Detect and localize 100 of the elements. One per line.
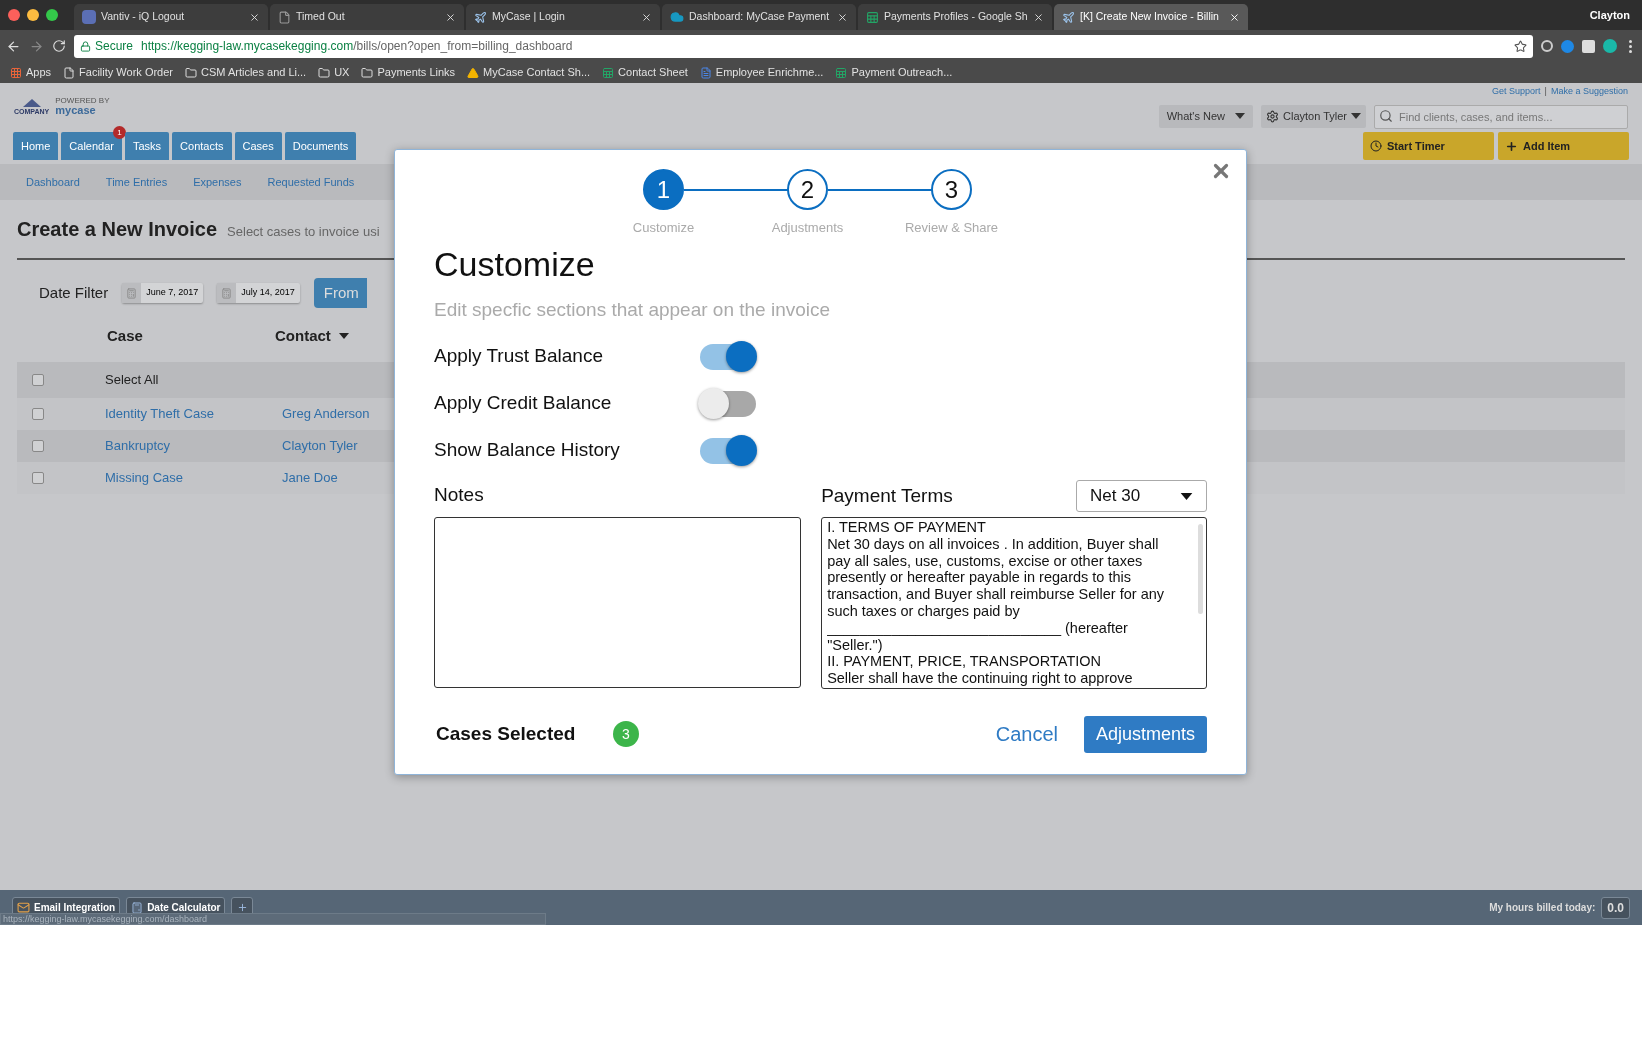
close-tab-icon[interactable]	[837, 11, 848, 23]
browser-tab[interactable]: Vantiv - iQ Logout	[74, 4, 268, 30]
bookmark[interactable]: Payment Outreach...	[835, 64, 953, 81]
close-tab-icon[interactable]	[249, 11, 260, 23]
bookmark-star-icon[interactable]	[1514, 39, 1527, 53]
link-separator: |	[1544, 84, 1547, 98]
nav-tab[interactable]: Tasks	[125, 132, 170, 160]
close-tab-icon[interactable]	[1033, 11, 1044, 23]
whats-new-button[interactable]: What's New	[1158, 104, 1253, 128]
nav-tab[interactable]: Cases	[234, 132, 282, 160]
date-field[interactable]: June 7, 2017	[122, 283, 204, 303]
hours-billed-value: 0.0	[1601, 896, 1630, 919]
terms-text-line: I. TERMS OF PAYMENT	[827, 519, 987, 536]
page-title: Create a New Invoice	[17, 217, 218, 242]
reload-icon[interactable]	[52, 39, 66, 53]
toggle-label: Apply Credit Balance	[434, 391, 613, 416]
adjustments-button[interactable]: Adjustments	[1083, 715, 1207, 753]
nav-tab[interactable]: Documents	[284, 132, 357, 160]
notes-label: Notes	[434, 482, 485, 507]
notes-field[interactable]	[434, 517, 802, 688]
step-label: Customize	[632, 219, 695, 237]
page-icon	[278, 10, 291, 24]
bookmark[interactable]: Contact Sheet	[602, 64, 688, 81]
browser-tab[interactable]: MyCase | Login	[466, 4, 660, 30]
user-menu-button[interactable]: Clayton Tyler	[1261, 104, 1366, 128]
terms-text-line: _____________________________ (hereafter	[827, 619, 1129, 637]
terms-text-line: Net 30 days on all invoices . In addition, Buyer shall	[827, 535, 1160, 553]
page-subtitle: Select cases to invoice usi	[227, 223, 380, 241]
plane-icon	[474, 10, 487, 24]
profile-name[interactable]: Clayton	[1589, 6, 1630, 24]
tab-title: Vantiv - iQ Logout	[101, 9, 186, 25]
bookmark[interactable]: Apps	[10, 64, 52, 81]
date-field[interactable]: July 14, 2017	[217, 283, 300, 303]
back-icon[interactable]	[6, 38, 21, 54]
close-tab-icon[interactable]	[1229, 11, 1240, 23]
mycase-logo: POWERED BY mycase	[55, 97, 110, 116]
search-field[interactable]: Find clients, cases, and items...	[1374, 105, 1628, 130]
select-all-label[interactable]: Select All	[105, 370, 159, 390]
nav-tab[interactable]: Contacts	[172, 132, 232, 160]
url-text: https://kegging-law.mycasekegging.com/bills/open?open_from=billing_dashboard	[141, 38, 573, 55]
payment-terms-select[interactable]: Net 30	[1076, 480, 1207, 512]
extension-icon[interactable]	[1541, 40, 1553, 52]
extension-icon[interactable]	[1582, 39, 1595, 53]
checkbox[interactable]	[32, 374, 44, 386]
bookmark[interactable]: MyCase Contact Sh...	[467, 64, 591, 81]
status-url-tooltip: https://kegging-law.mycasekegging.com/dashboard	[0, 913, 546, 925]
toggle-switch[interactable]	[700, 390, 756, 417]
sort-caret-icon	[338, 333, 349, 339]
tab-title: Payments Profiles - Google Sh	[884, 9, 1028, 25]
step-label: Review & Share	[904, 219, 999, 237]
add-item-button[interactable]: Add Item	[1498, 132, 1629, 160]
column-header[interactable]: Case	[107, 324, 275, 348]
calculator-icon	[131, 901, 144, 914]
caret-icon	[1180, 492, 1193, 500]
maximize-window-icon[interactable]	[46, 9, 58, 21]
browser-tab[interactable]: Payments Profiles - Google Sh	[858, 4, 1052, 30]
spreadsheet-icon	[602, 66, 615, 79]
step-label: Adjustments	[771, 219, 844, 237]
close-window-icon[interactable]	[8, 9, 20, 21]
hours-billed-label: My hours billed today:	[1489, 901, 1596, 915]
checkbox[interactable]	[32, 440, 44, 452]
checkbox[interactable]	[32, 472, 44, 484]
folder-icon	[318, 66, 331, 79]
cancel-button[interactable]: Cancel	[995, 719, 1058, 749]
address-bar[interactable]: Secure https://kegging-law.mycasekegging.com/bills/open?open_from=billing_dashboard	[74, 34, 1533, 58]
plus-icon	[237, 902, 248, 913]
payment-terms-field[interactable]	[821, 517, 1207, 689]
terms-text-line: pay all sales, use, customs, excise or other taxes	[827, 552, 1144, 570]
browser-tab[interactable]: [K] Create New Invoice - Billin	[1054, 4, 1248, 30]
scrollbar-thumb[interactable]	[1198, 524, 1203, 614]
toggle-switch[interactable]	[700, 437, 756, 464]
browser-tab[interactable]: Timed Out	[270, 4, 464, 30]
dialog-title: Customize	[434, 243, 596, 284]
payment-terms-label: Payment Terms	[821, 483, 953, 508]
terms-text-line: transaction, and Buyer shall reimburse Seller for any	[827, 586, 1165, 603]
column-header[interactable]: Contact	[275, 324, 349, 348]
search-icon	[1379, 109, 1393, 124]
close-tab-icon[interactable]	[641, 11, 652, 23]
folder-icon	[361, 66, 374, 79]
extension-icon[interactable]	[1603, 39, 1617, 53]
forward-icon[interactable]	[29, 38, 44, 54]
close-tab-icon[interactable]	[445, 11, 456, 23]
bookmark[interactable]: CSM Articles and Li...	[185, 64, 307, 81]
browser-tab[interactable]: Dashboard: MyCase Payment	[662, 4, 856, 30]
spreadsheet-icon	[866, 10, 879, 24]
bookmark[interactable]: UX	[318, 64, 350, 81]
nav-tab[interactable]: Home	[13, 132, 59, 160]
bookmark[interactable]: Facility Work Order	[63, 64, 173, 81]
toggle-switch[interactable]	[700, 343, 756, 370]
dialog-subtitle: Edit specfic sections that appear on the invoice	[434, 297, 832, 322]
minimize-window-icon[interactable]	[27, 9, 39, 21]
toggle-label: Show Balance History	[434, 438, 621, 463]
bookmark[interactable]: Payments Links	[361, 64, 456, 81]
bookmark[interactable]: Employee Enrichme...	[699, 64, 824, 81]
checkbox[interactable]	[32, 408, 44, 420]
toggle-label: Apply Trust Balance	[434, 344, 604, 369]
apps-grid-icon	[10, 66, 22, 79]
start-timer-button[interactable]: Start Timer	[1363, 132, 1494, 160]
tab-title: [K] Create New Invoice - Billin	[1080, 9, 1220, 25]
secure-label: Secure	[95, 38, 134, 55]
